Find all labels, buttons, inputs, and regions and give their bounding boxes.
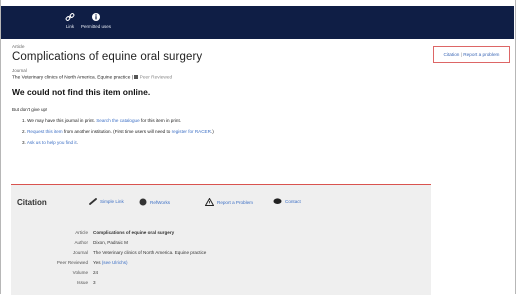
top-toolbar: Link Permitted uses — [1, 6, 514, 39]
citation-key: Author — [74, 240, 88, 245]
citation-row: Peer Reviewed Yes (see Ulrichs) — [11, 260, 431, 268]
info-icon — [92, 13, 100, 21]
citation-value: Dixon, Padraic M — [93, 240, 128, 245]
journal-line: The Veterinary clinics of North America.… — [12, 75, 173, 81]
warning-icon — [205, 198, 214, 206]
citation-row: Author Dixon, Padraic M — [11, 240, 431, 248]
peer-reviewed-icon — [134, 75, 139, 79]
journal-title: The Veterinary clinics of North America.… — [12, 75, 131, 81]
help-step: 3. Ask us to help you find it. — [22, 140, 78, 146]
citation-value: The Veterinary clinics of North America.… — [93, 250, 207, 255]
page-title: Complications of equine oral surgery — [12, 51, 203, 63]
refworks-icon — [139, 198, 147, 206]
citation-key: Volume — [72, 270, 88, 275]
record-main: Article Complications of equine oral sur… — [12, 44, 427, 145]
report-problem-link[interactable]: Report a problem — [463, 52, 499, 57]
contact-label: Contact — [285, 199, 301, 204]
citation-panel: Citation Simple Link RefWorks Report a P… — [11, 184, 431, 295]
see-ulrichs-link[interactable]: (see Ulrichs) — [102, 260, 128, 265]
simple-link-label: Simple Link — [100, 199, 124, 204]
refworks-tab[interactable]: RefWorks — [139, 198, 170, 206]
citation-panel-header: Citation Simple Link RefWorks Report a P… — [11, 185, 431, 219]
citation-value: 24 — [93, 270, 99, 275]
citation-panel-title: Citation — [17, 198, 47, 207]
citation-link[interactable]: Citation — [444, 52, 460, 57]
citation-key: Journal — [72, 250, 88, 255]
citation-key: Issue — [77, 280, 88, 285]
citation-value: Complications of equine oral surgery — [93, 230, 175, 235]
link-icon — [65, 13, 75, 21]
report-problem-tab[interactable]: Report a Problem — [205, 198, 253, 206]
not-found-heading: We could not find this item online. — [12, 87, 151, 98]
peer-reviewed-label: Peer Reviewed — [139, 75, 173, 81]
permitted-uses-toolbar-button[interactable]: Permitted uses — [81, 12, 111, 29]
citation-key: Peer Reviewed — [56, 260, 88, 265]
help-step: 1. We may have this journal in print. Se… — [22, 118, 181, 124]
dont-give-up-text: But don't give up! — [12, 107, 48, 113]
chat-icon — [273, 198, 282, 204]
citation-row: Article Complications of equine oral sur… — [11, 230, 431, 238]
citation-row: Volume 24 — [11, 270, 431, 278]
citation-value: 3 — [93, 280, 96, 285]
citation-key: Article — [75, 230, 88, 235]
refworks-label: RefWorks — [150, 199, 171, 205]
ask-us-link[interactable]: Ask us to help you find it — [27, 140, 77, 145]
citation-report-box: Citation | Report a problem — [433, 46, 510, 63]
simple-link-tab[interactable]: Simple Link — [89, 198, 124, 205]
citation-value: Yes (see Ulrichs) — [93, 260, 128, 265]
citation-row: Issue 3 — [11, 280, 431, 288]
journal-label: Journal — [12, 68, 27, 73]
link-icon — [89, 198, 97, 205]
help-steps-list: 1. We may have this journal in print. Se… — [12, 118, 427, 145]
citation-row: Journal The Veterinary clinics of North … — [11, 250, 431, 258]
register-racer-link[interactable]: register for RACER — [172, 129, 211, 134]
report-problem-tab-label: Report a Problem — [217, 199, 254, 205]
permitted-uses-toolbar-label: Permitted uses — [81, 24, 112, 29]
help-step: 2. Request this item from another instit… — [22, 129, 214, 135]
search-catalogue-link[interactable]: Search the catalogue — [96, 118, 139, 123]
contact-tab[interactable]: Contact — [273, 198, 301, 205]
request-item-link[interactable]: Request this item — [27, 129, 63, 134]
item-type-label: Article — [12, 44, 25, 49]
